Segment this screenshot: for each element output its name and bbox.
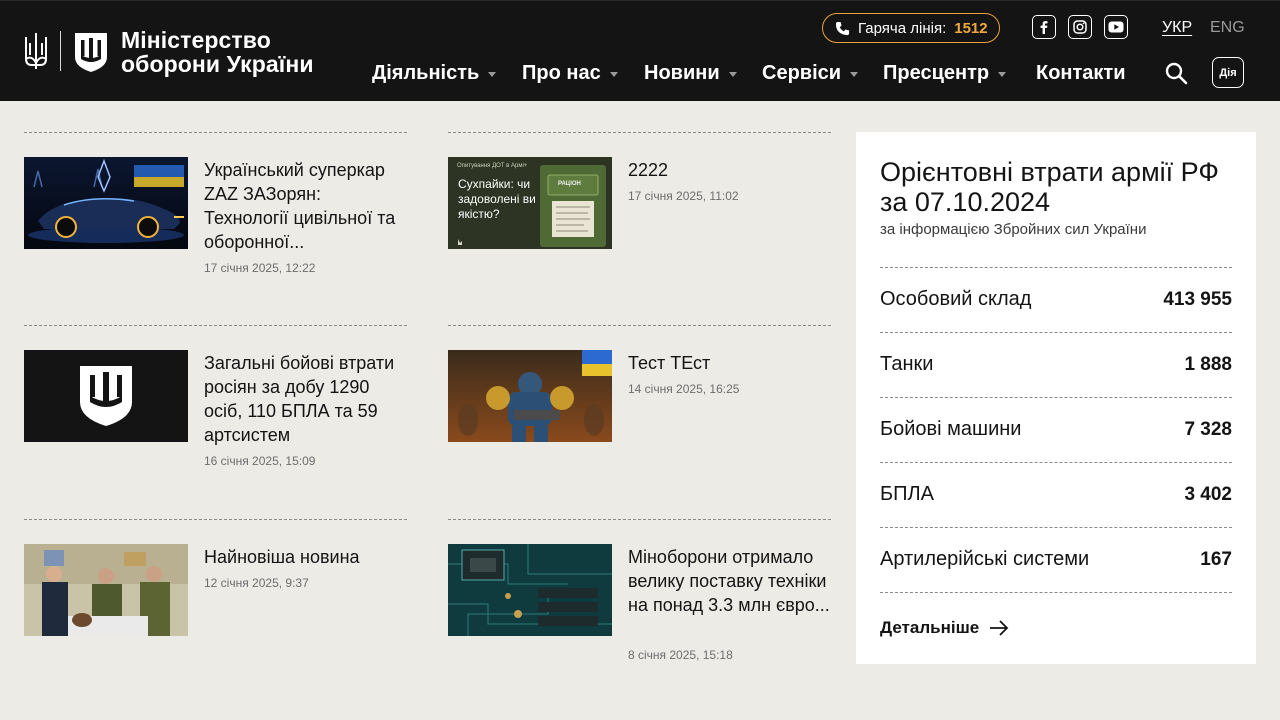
more-details-link[interactable]: Детальніше (880, 618, 1009, 638)
losses-title: Орієнтовні втрати армії РФ за 07.10.2024 (880, 157, 1219, 217)
news-thumbnail-meeting[interactable] (24, 544, 188, 636)
news-item[interactable]: Міноборони отримало велику поставку техн… (448, 519, 831, 689)
news-date: 17 січня 2025, 11:02 (628, 189, 739, 203)
nav-label: Сервіси (762, 61, 842, 84)
nav-label: Новини (644, 61, 720, 84)
news-title[interactable]: Тест ТЕст (628, 351, 831, 375)
instagram-icon[interactable] (1068, 15, 1092, 39)
news-date: 14 січня 2025, 16:25 (628, 382, 740, 396)
loss-label: Особовий склад (880, 288, 1032, 310)
news-thumbnail-circuit[interactable] (448, 544, 612, 636)
loss-value: 1 888 (1184, 354, 1232, 375)
loss-label: Артилерійські системи (880, 548, 1090, 570)
thumb-kicker: Опитування ДОТ в Армі+ (457, 163, 528, 169)
facebook-icon[interactable] (1032, 15, 1056, 39)
chevron-down-icon (850, 71, 859, 77)
news-item[interactable]: Опитування ДОТ в Армі+ Сухпайки: чи задо… (448, 132, 831, 302)
news-date: 8 січня 2025, 15:18 (628, 648, 733, 662)
lang-eng-link[interactable]: ENG (1210, 19, 1245, 37)
loss-value: 3 402 (1184, 484, 1232, 505)
thumb-pack-label: РАЦІОН (558, 181, 581, 187)
hotline-button[interactable]: Гаряча лінія: 1512 (822, 13, 1000, 43)
chevron-down-icon (998, 71, 1007, 77)
thumb-caption: Сухпайки: чи задоволені ви якістю? (458, 177, 536, 221)
chevron-down-icon (609, 71, 618, 77)
more-details-label: Детальніше (880, 618, 980, 637)
nav-item-activity[interactable]: Діяльність (372, 61, 497, 85)
phone-icon (835, 21, 850, 35)
logo-divider (60, 31, 61, 71)
nav-item-about[interactable]: Про нас (522, 61, 618, 85)
news-thumbnail-robot[interactable] (448, 350, 612, 442)
news-title[interactable]: Міноборони отримало велику поставку техн… (628, 545, 831, 617)
loss-row-uav: БПЛА 3 402 (880, 462, 1232, 527)
news-thumbnail-shield[interactable] (24, 350, 188, 442)
arrow-right-icon (990, 620, 1009, 636)
site-header: Міністерство оборони України Гаряча ліні… (0, 0, 1280, 101)
search-icon[interactable] (1164, 61, 1188, 85)
losses-divider (880, 592, 1232, 593)
hotline-label: Гаряча лінія: (858, 19, 947, 37)
news-item[interactable]: Найновіша новина 12 січня 2025, 9:37 (24, 519, 407, 689)
news-date: 17 січня 2025, 12:22 (204, 261, 316, 275)
loss-label: Бойові машини (880, 418, 1022, 440)
logo-line-2: оборони України (121, 51, 314, 77)
nav-item-contacts[interactable]: Контакти (1036, 61, 1126, 85)
news-title[interactable]: Найновіша новина (204, 545, 407, 569)
news-title[interactable]: Загальні бойові втрати росіян за добу 12… (204, 351, 407, 447)
nav-label: Про нас (522, 61, 601, 84)
nav-label: Діяльність (372, 61, 480, 84)
ministry-logo-text[interactable]: Міністерство оборони України (121, 28, 314, 76)
loss-value: 7 328 (1184, 419, 1232, 440)
news-thumbnail-supercar[interactable] (24, 157, 188, 249)
nav-label: Контакти (1036, 61, 1126, 84)
news-item[interactable]: Загальні бойові втрати росіян за добу 12… (24, 325, 407, 495)
losses-subtitle: за інформацією Збройних сил України (880, 221, 1147, 238)
lang-ukr-link[interactable]: УКР (1162, 19, 1192, 37)
nav-item-press-center[interactable]: Пресцентр (883, 61, 1007, 85)
news-item[interactable]: Тест ТЕст 14 січня 2025, 16:25 (448, 325, 831, 495)
news-title[interactable]: 2222 (628, 158, 831, 182)
loss-value: 413 955 (1163, 289, 1232, 310)
diia-button[interactable]: Дія (1212, 57, 1244, 88)
news-date: 12 січня 2025, 9:37 (204, 576, 309, 590)
chevron-down-icon (728, 71, 737, 77)
nav-item-news[interactable]: Новини (644, 61, 737, 85)
loss-label: БПЛА (880, 483, 934, 505)
shield-trident-icon[interactable] (73, 31, 109, 73)
news-title[interactable]: Український суперкар ZAZ ЗАЗорян: Технол… (204, 158, 407, 254)
nav-item-services[interactable]: Сервіси (762, 61, 859, 85)
loss-value: 167 (1200, 549, 1232, 570)
loss-row-personnel: Особовий склад 413 955 (880, 267, 1232, 332)
trident-icon[interactable] (24, 31, 48, 71)
youtube-icon[interactable] (1104, 15, 1128, 39)
news-date: 16 січня 2025, 15:09 (204, 454, 316, 468)
loss-row-tanks: Танки 1 888 (880, 332, 1232, 397)
hotline-number: 1512 (954, 19, 988, 37)
nav-label: Пресцентр (883, 61, 990, 84)
logo-line-1: Міністерство (121, 27, 271, 53)
loss-row-combat-vehicles: Бойові машини 7 328 (880, 397, 1232, 462)
loss-label: Танки (880, 353, 934, 375)
losses-panel: Орієнтовні втрати армії РФ за 07.10.2024… (856, 132, 1256, 664)
chevron-down-icon (488, 71, 497, 77)
news-thumbnail-rations[interactable]: Опитування ДОТ в Армі+ Сухпайки: чи задо… (448, 157, 612, 249)
loss-row-artillery: Артилерійські системи 167 (880, 527, 1232, 592)
news-item[interactable]: Український суперкар ZAZ ЗАЗорян: Технол… (24, 132, 407, 302)
